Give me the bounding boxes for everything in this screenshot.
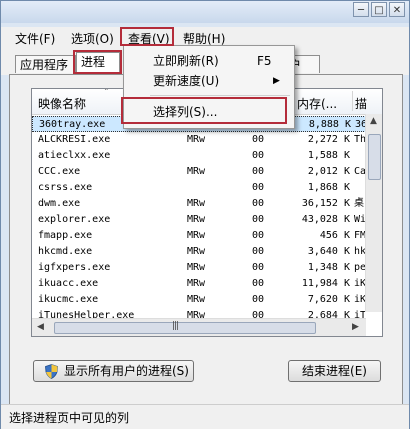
highlight-view-menu (120, 27, 174, 46)
column-separator (352, 91, 353, 111)
process-user: MRw (187, 246, 206, 257)
column-image-name[interactable]: 映像名称 (38, 95, 86, 112)
process-user: MRw (187, 278, 206, 289)
scroll-up-icon[interactable]: ▲ (370, 116, 377, 126)
menu-options[interactable]: 选项(O) (71, 30, 114, 47)
process-name: csrss.exe (38, 182, 93, 193)
shield-icon (45, 364, 58, 379)
process-name: ikuacc.exe (38, 278, 99, 289)
table-row[interactable]: hkcmd.exe MRw 00 3,640 Khk (32, 244, 366, 260)
process-user: MRw (187, 134, 206, 145)
process-cpu: 00 (252, 294, 265, 305)
process-user: MRw (187, 214, 206, 225)
process-cpu: 00 (252, 198, 265, 209)
table-row[interactable]: dwm.exe MRw 00 36,152 K 桌 (32, 196, 366, 212)
process-name: ALCKRESI.exe (38, 134, 111, 145)
minimize-icon[interactable]: ─ (353, 2, 369, 17)
table-row[interactable]: fmapp.exe MRw 00 456 K FM (32, 228, 366, 244)
menu-item-refresh-now[interactable]: 立即刷新(R) F5 (124, 51, 294, 71)
tab-applications[interactable]: 应用程序 (15, 55, 76, 73)
process-user: MRw (187, 198, 206, 209)
status-bar: 选择进程页中可见的列 (1, 404, 409, 429)
process-memory: 11,984 K (301, 278, 350, 289)
table-row[interactable]: csrss.exe 00 1,868 K (32, 180, 366, 196)
process-name: 360tray.exe (39, 119, 106, 130)
process-name: hkcmd.exe (38, 246, 93, 257)
process-memory: 3,640 K (307, 246, 350, 257)
submenu-arrow-icon: ▶ (273, 76, 280, 86)
horizontal-scrollbar[interactable]: ◀ ||| ▶ (32, 318, 366, 336)
maximize-icon[interactable]: □ (371, 2, 387, 17)
menu-file[interactable]: 文件(F) (15, 30, 55, 47)
show-all-users-label: 显示所有用户的进程(S) (64, 364, 189, 378)
table-row[interactable]: atieclxx.exe 00 1,588 K (32, 148, 366, 164)
process-memory: 36,152 K (301, 198, 350, 209)
refresh-shortcut: F5 (257, 54, 272, 68)
process-memory: 1,868 K (307, 182, 350, 193)
process-name: dwm.exe (38, 198, 81, 209)
show-all-users-button[interactable]: 显示所有用户的进程(S) (33, 360, 194, 382)
menu-separator (150, 95, 290, 96)
vertical-scrollbar[interactable]: ▲ (365, 114, 382, 312)
process-memory: 7,620 K (307, 294, 350, 305)
process-memory: 8,888 K (308, 119, 351, 130)
process-user: MRw (187, 262, 206, 273)
table-row[interactable]: ikuacc.exe MRw 00 11,984 KiK (32, 276, 366, 292)
status-text: 选择进程页中可见的列 (9, 411, 130, 425)
table-row[interactable]: explorer.exe MRw 00 43,028 K Wi (32, 212, 366, 228)
process-user: MRw (187, 230, 206, 241)
process-user: MRw (187, 294, 206, 305)
process-name: atieclxx.exe (38, 150, 111, 161)
menu-item-update-speed[interactable]: 更新速度(U) ▶ (124, 71, 294, 91)
highlight-select-columns (121, 97, 287, 124)
window-controls: ─ □ ✕ (353, 2, 405, 17)
scroll-left-icon[interactable]: ◀ (37, 322, 44, 332)
update-speed-label: 更新速度(U) (153, 74, 220, 88)
process-name: CCC.exe (38, 166, 81, 177)
process-name: ikucmc.exe (38, 294, 99, 305)
column-memory[interactable]: 内存(... (297, 95, 337, 112)
process-cpu: 00 (252, 262, 265, 273)
process-memory: 1,348 K (307, 262, 350, 273)
process-cpu: 00 (252, 134, 265, 145)
vertical-scroll-thumb[interactable] (368, 134, 381, 180)
process-cpu: 00 (252, 182, 265, 193)
column-description[interactable]: 描 (355, 95, 367, 112)
sort-up-icon: ˄ (104, 88, 109, 98)
process-memory: 2,012 K (307, 166, 350, 177)
grip-icon: ||| (172, 321, 179, 331)
table-row[interactable]: ikucmc.exe MRw 00 7,620 KiK (32, 292, 366, 308)
scroll-right-icon[interactable]: ▶ (352, 322, 359, 332)
process-cpu: 00 (252, 230, 265, 241)
table-row[interactable]: CCC.exe MRw 00 2,012 K Ca (32, 164, 366, 180)
highlight-processes-tab (73, 50, 122, 74)
process-memory: 456 K (319, 230, 350, 241)
refresh-now-label: 立即刷新(R) (153, 54, 219, 68)
close-icon[interactable]: ✕ (389, 2, 405, 17)
table-row[interactable]: ALCKRESI.exe MRw 00 2,272 K Th (32, 132, 366, 148)
process-memory: 43,028 K (301, 214, 350, 225)
end-process-button[interactable]: 结束进程(E) (288, 360, 381, 382)
process-cpu: 00 (252, 278, 265, 289)
process-name: igfxpers.exe (38, 262, 111, 273)
table-row[interactable]: igfxpers.exe MRw 00 1,348 Kpe (32, 260, 366, 276)
process-name: fmapp.exe (38, 230, 93, 241)
process-cpu: 00 (252, 166, 265, 177)
process-user: MRw (187, 166, 206, 177)
process-memory: 1,588 K (307, 150, 350, 161)
horizontal-scroll-thumb[interactable] (54, 322, 316, 334)
process-name: explorer.exe (38, 214, 111, 225)
process-cpu: 00 (252, 246, 265, 257)
process-cpu: 00 (252, 150, 265, 161)
process-description: 桌 (354, 198, 364, 209)
title-bar: ─ □ ✕ (1, 1, 409, 23)
process-cpu: 00 (252, 214, 265, 225)
process-memory: 2,272 K (307, 134, 350, 145)
